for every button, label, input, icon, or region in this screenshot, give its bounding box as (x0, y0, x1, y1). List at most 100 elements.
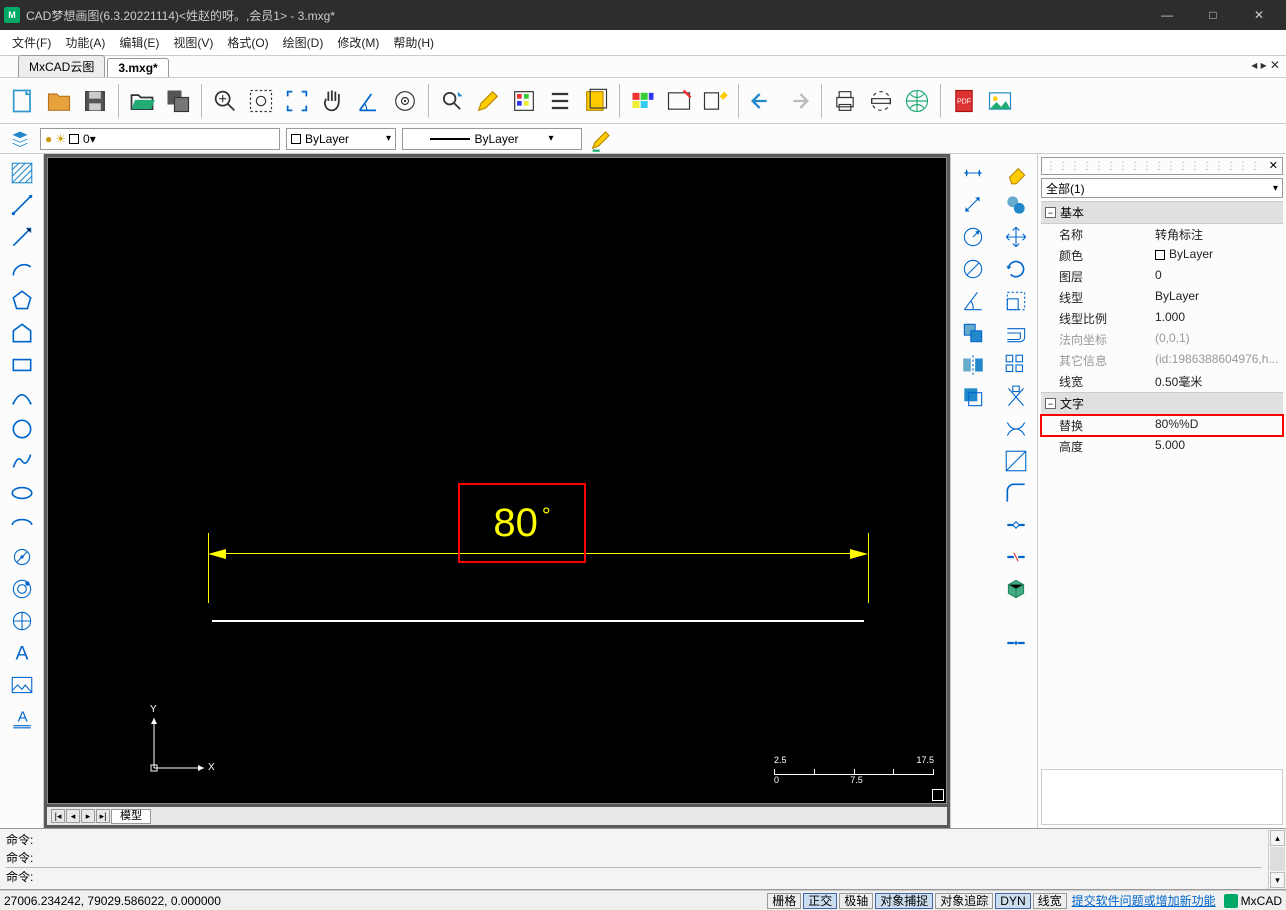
redo-icon[interactable] (781, 84, 815, 118)
arc3p-icon[interactable] (5, 382, 39, 412)
maximize-button[interactable]: □ (1190, 0, 1236, 30)
menu-modify[interactable]: 修改(M) (331, 32, 385, 53)
tab-last-icon[interactable]: ▸| (96, 809, 110, 823)
copy2-icon[interactable] (999, 190, 1033, 220)
ray-icon[interactable] (5, 222, 39, 252)
properties-icon[interactable] (507, 84, 541, 118)
minimize-button[interactable]: — (1144, 0, 1190, 30)
prop-ltscale-value[interactable]: 1.000 (1155, 310, 1283, 327)
menu-file[interactable]: 文件(F) (6, 32, 57, 53)
mirror-icon[interactable] (956, 350, 990, 380)
zoom-extents-icon[interactable] (280, 84, 314, 118)
offset-icon[interactable] (999, 318, 1033, 348)
model-tab[interactable]: 模型 (111, 809, 151, 824)
save-icon[interactable] (78, 84, 112, 118)
list-icon[interactable] (543, 84, 577, 118)
tab-nav[interactable]: ◂ ▸ ✕ (1251, 58, 1280, 72)
trim-icon[interactable] (999, 382, 1033, 412)
otrack-toggle[interactable]: 对象追踪 (935, 893, 993, 909)
linetype-selector[interactable]: ByLayer ▾ (286, 128, 396, 150)
circle-icon[interactable] (5, 414, 39, 444)
close-button[interactable]: ✕ (1236, 0, 1282, 30)
break-line-icon[interactable] (999, 446, 1033, 476)
donut-icon[interactable] (5, 574, 39, 604)
prop-name-value[interactable]: 转角标注 (1155, 226, 1283, 243)
edit-icon[interactable] (471, 84, 505, 118)
tab-cloud[interactable]: MxCAD云图 (18, 55, 105, 77)
menu-view[interactable]: 视图(V) (167, 32, 219, 53)
ellipse-icon[interactable] (5, 478, 39, 508)
match-icon[interactable] (698, 84, 732, 118)
prop-lineweight-value[interactable]: 0.50毫米 (1155, 373, 1283, 390)
layers-icon[interactable] (6, 128, 34, 150)
arc-icon[interactable] (5, 254, 39, 284)
drawing-canvas[interactable]: 80 ° Y X 2.517.5 07.5 (47, 157, 947, 804)
layer-icon[interactable] (579, 84, 613, 118)
selection-filter[interactable]: 全部(1) ▾ (1041, 178, 1283, 198)
ortho-toggle[interactable]: 正交 (803, 893, 837, 909)
menu-help[interactable]: 帮助(H) (387, 32, 440, 53)
web-icon[interactable] (900, 84, 934, 118)
section-basic[interactable]: −基本 (1041, 201, 1283, 224)
dyn-toggle[interactable]: DYN (995, 893, 1030, 909)
open-folder-icon[interactable] (125, 84, 159, 118)
pentagon-icon[interactable] (5, 318, 39, 348)
dim-aligned-icon[interactable] (956, 190, 990, 220)
ellipse-arc-icon[interactable] (5, 510, 39, 540)
feedback-link[interactable]: 提交软件问题或增加新功能 (1072, 892, 1216, 909)
command-scrollbar[interactable]: ▴ ▾ (1268, 829, 1286, 889)
pdf-icon[interactable]: PDF (947, 84, 981, 118)
save-as-icon[interactable] (161, 84, 195, 118)
scroll-down-icon[interactable]: ▾ (1270, 872, 1285, 888)
prop-height-value[interactable]: 5.000 (1155, 438, 1283, 455)
print-icon[interactable] (828, 84, 862, 118)
array-icon[interactable] (999, 350, 1033, 380)
rotate-icon[interactable] (999, 254, 1033, 284)
scroll-up-icon[interactable]: ▴ (1270, 830, 1285, 846)
scale-icon[interactable] (999, 286, 1033, 316)
point-icon[interactable] (5, 542, 39, 572)
lineweight-selector[interactable]: ByLayer ▾ (402, 128, 582, 150)
fillet-icon[interactable] (999, 478, 1033, 508)
break-icon[interactable] (999, 510, 1033, 540)
rectangle-icon[interactable] (5, 350, 39, 380)
plot-preview-icon[interactable] (864, 84, 898, 118)
dim-diameter-icon[interactable] (956, 254, 990, 284)
line-icon[interactable] (5, 190, 39, 220)
zoom-in-icon[interactable] (208, 84, 242, 118)
break-at-icon[interactable] (999, 542, 1033, 572)
layer-selector[interactable]: ● ☀ 0 ▾ (40, 128, 280, 150)
menu-function[interactable]: 功能(A) (59, 32, 111, 53)
dimension-text[interactable]: 80 ° (493, 501, 550, 546)
viewport-corner[interactable] (932, 789, 944, 801)
zoom-window-icon[interactable] (244, 84, 278, 118)
polygon-icon[interactable] (5, 286, 39, 316)
tab-first-icon[interactable]: |◂ (51, 809, 65, 823)
spline-icon[interactable] (5, 446, 39, 476)
copy-icon[interactable] (956, 318, 990, 348)
edit-pencil-icon[interactable] (588, 127, 616, 151)
osnap-toggle[interactable]: 对象捕捉 (875, 893, 933, 909)
command-input[interactable]: 命令: (6, 867, 1262, 885)
polar-toggle[interactable]: 极轴 (839, 893, 873, 909)
mtext-icon[interactable]: A (5, 702, 39, 732)
snap-grid-toggle[interactable]: 栅格 (767, 893, 801, 909)
open-icon[interactable] (42, 84, 76, 118)
dim-linear-icon[interactable] (956, 158, 990, 188)
color-palette-icon[interactable] (626, 84, 660, 118)
pan-icon[interactable] (316, 84, 350, 118)
dim-radius-icon[interactable] (956, 222, 990, 252)
dim-angular-icon[interactable] (956, 286, 990, 316)
tab-document[interactable]: 3.mxg* (107, 58, 168, 77)
hatch-icon[interactable] (5, 158, 39, 188)
lineweight-toggle[interactable]: 线宽 (1033, 893, 1067, 909)
menu-edit[interactable]: 编辑(E) (113, 32, 165, 53)
screenshot-icon[interactable] (662, 84, 696, 118)
image-insert-icon[interactable] (5, 670, 39, 700)
panel-close-icon[interactable]: ✕ (1269, 159, 1278, 172)
tab-prev-icon[interactable]: ◂ (66, 809, 80, 823)
zoom-center-icon[interactable] (388, 84, 422, 118)
new-icon[interactable] (6, 84, 40, 118)
measure-angle-icon[interactable] (352, 84, 386, 118)
menu-draw[interactable]: 绘图(D) (277, 32, 330, 53)
